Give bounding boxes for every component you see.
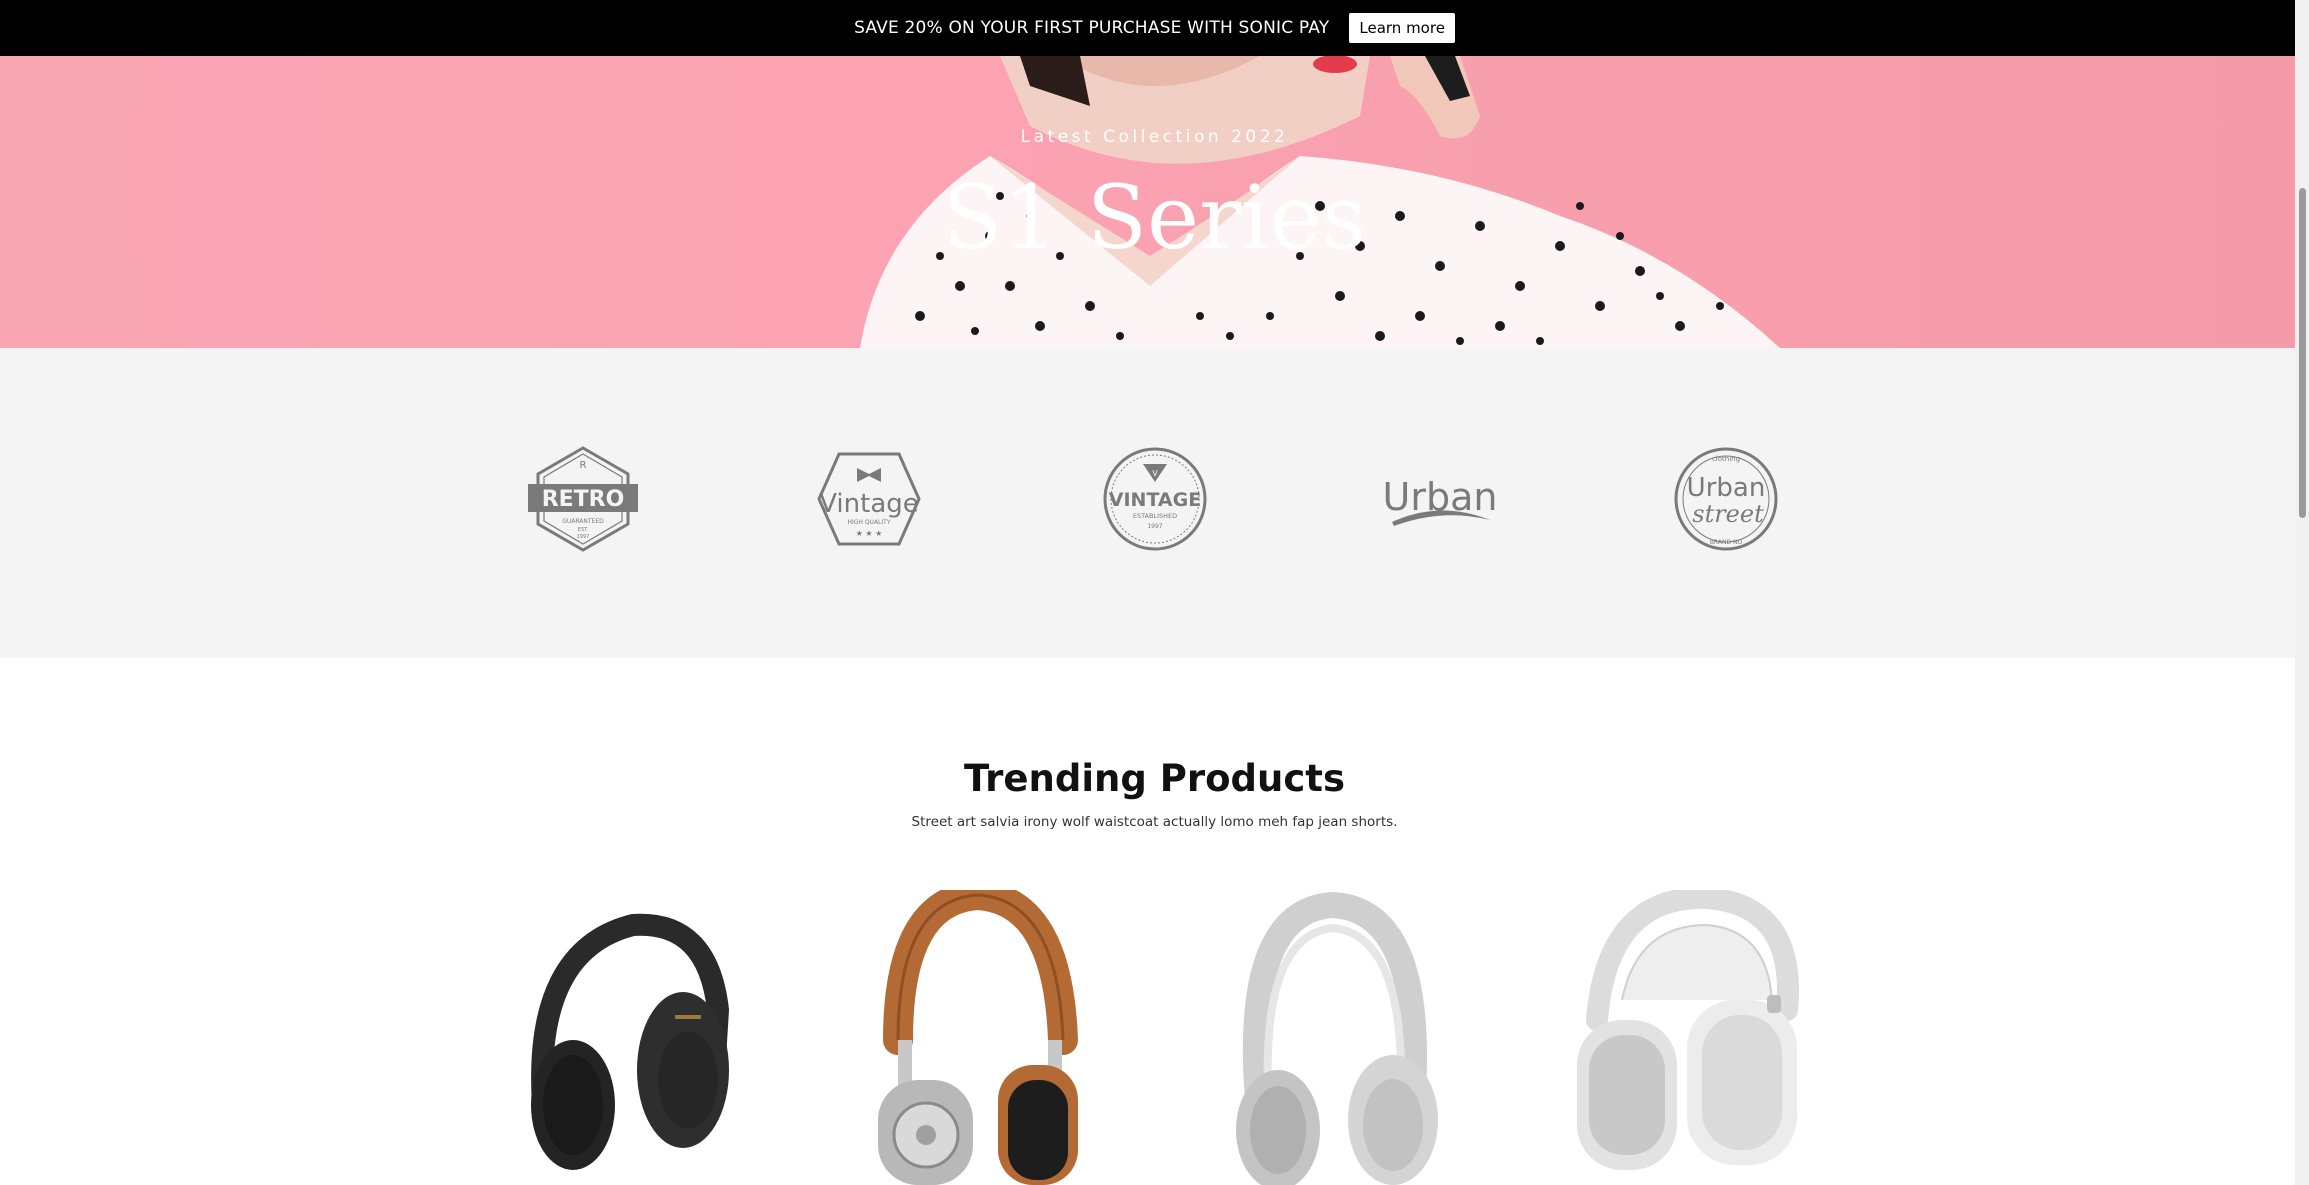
- page-scrollbar[interactable]: [2295, 0, 2309, 1185]
- retro-logo: R RETRO GUARANTEED EST. 1997: [523, 444, 643, 554]
- product-card-black-headphones[interactable]: [503, 890, 743, 1185]
- urban-street-logo-top: clothing: [1712, 455, 1740, 463]
- urban-street-logo-word2: street: [1692, 500, 1764, 528]
- brown-leather-headphones-image: [878, 879, 1078, 1185]
- vintage-logo-word: Vintage: [819, 489, 919, 519]
- hero-subtitle: Latest Collection 2022: [1020, 127, 1289, 147]
- announcement-text: SAVE 20% ON YOUR FIRST PURCHASE WITH SON…: [854, 18, 1330, 38]
- urban-street-logo: clothing Urban street BRAND NO: [1666, 444, 1786, 554]
- vintage-established-year: 1997: [1147, 523, 1162, 530]
- learn-more-button[interactable]: Learn more: [1349, 13, 1455, 43]
- white-over-ear-headphones-image: [1577, 886, 1799, 1170]
- silver-headphones-image: [1236, 891, 1438, 1185]
- hero-banner: Latest Collection 2022 S1 Series: [0, 56, 2309, 348]
- vintage-logo: Vintage HIGH QUALITY ★ ★ ★: [809, 444, 929, 554]
- retro-logo-badge: R: [580, 460, 587, 471]
- svg-text:★ ★ ★: ★ ★ ★: [856, 529, 883, 538]
- vintage-established-logo: V VINTAGE ESTABLISHED 1997: [1095, 444, 1215, 554]
- announcement-bar: SAVE 20% ON YOUR FIRST PURCHASE WITH SON…: [0, 0, 2309, 56]
- urban-street-logo-word: Urban: [1687, 473, 1766, 503]
- hero-title: S1 Series: [942, 166, 1367, 269]
- vintage-established-badge: V: [1152, 469, 1158, 478]
- trending-products-subtitle: Street art salvia irony wolf waistcoat a…: [911, 814, 1398, 830]
- black-headphones-image: [531, 913, 730, 1170]
- vintage-established-word: VINTAGE: [1109, 489, 1201, 511]
- trending-products-title: Trending Products: [964, 757, 1345, 800]
- retro-logo-tagline: GUARANTEED: [562, 518, 604, 525]
- retro-logo-est: EST.: [578, 527, 589, 533]
- urban-street-logo-bottom: BRAND NO: [1710, 539, 1743, 546]
- urban-logo: Urban: [1380, 444, 1500, 554]
- retro-logo-year: 1997: [577, 534, 590, 540]
- product-card-brown-leather-headphones[interactable]: [858, 879, 1098, 1185]
- brand-logos-strip: R RETRO GUARANTEED EST. 1997 Vintage HIG…: [0, 348, 2309, 658]
- product-card-silver-headphones[interactable]: [1213, 890, 1453, 1185]
- scrollbar-thumb[interactable]: [2299, 188, 2306, 518]
- product-card-white-over-ear-headphones[interactable]: [1567, 886, 1807, 1185]
- retro-logo-word: RETRO: [542, 487, 625, 512]
- vintage-logo-tagline: HIGH QUALITY: [847, 519, 890, 526]
- vintage-established-tagline: ESTABLISHED: [1133, 512, 1177, 520]
